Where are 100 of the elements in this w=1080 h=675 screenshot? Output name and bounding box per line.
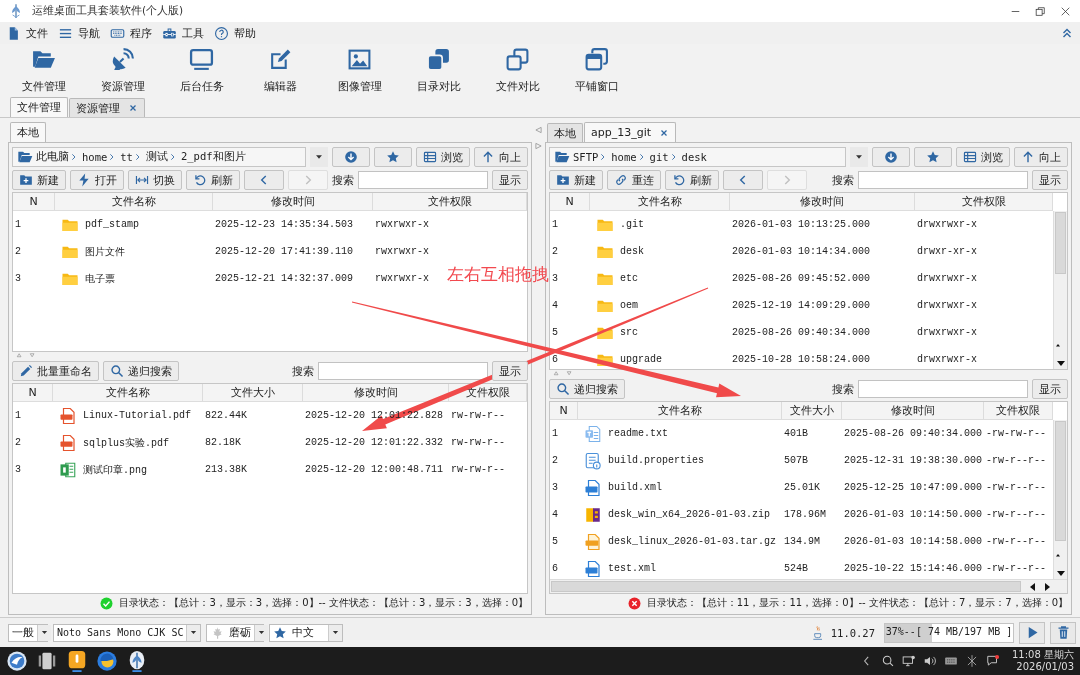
browse-button[interactable]: 浏览 — [416, 147, 470, 167]
table-cell-text: upgrade — [619, 354, 663, 365]
column-header[interactable]: N — [550, 402, 578, 419]
column-header[interactable]: 修改时间 — [213, 193, 373, 210]
dropdown[interactable]: 一般 — [8, 623, 48, 642]
column-header[interactable]: 修改时间 — [730, 193, 915, 210]
toolbar-button[interactable]: 文件对比 — [478, 47, 557, 94]
dropdown-value: Noto Sans Mono CJK SC — [57, 627, 184, 638]
show-button[interactable]: 显示 — [1032, 379, 1068, 399]
browse-button[interactable]: 浏览 — [956, 147, 1010, 167]
toolbar-button[interactable]: 切换 — [128, 170, 182, 190]
dropdown[interactable]: 中文 — [269, 623, 344, 642]
column-header[interactable]: 文件名称 — [590, 193, 730, 210]
table-cell-text: 2025-12-21 14:32:37.009 — [214, 273, 355, 284]
up-button[interactable]: 向上 — [1014, 147, 1068, 167]
toolbar-button[interactable]: 图像管理 — [320, 47, 399, 94]
toolbar-button[interactable]: 批量重命名 — [12, 361, 99, 381]
column-header[interactable]: N — [13, 193, 55, 210]
path-segment[interactable]: tt — [120, 151, 133, 163]
path-segment[interactable]: home — [611, 151, 637, 163]
toolbar-button[interactable]: 递归搜索 — [103, 361, 179, 381]
tab[interactable]: 本地 — [547, 123, 583, 142]
table-cell-text: drwxr-xr-x — [916, 246, 978, 257]
toolbar-button[interactable]: 打开 — [70, 170, 124, 190]
table-cell-text: desk_win_x64_2026-01-03.zip — [607, 509, 772, 520]
table-cell-text: build.properties — [607, 455, 705, 466]
search-label: 搜索 — [832, 381, 854, 397]
up-button[interactable]: 向上 — [474, 147, 528, 167]
toolbar-button[interactable]: 资源管理 — [83, 47, 162, 94]
table-cell-text: 1 — [14, 410, 22, 421]
column-header[interactable]: 文件名称 — [578, 402, 782, 419]
tab[interactable]: 文件管理 — [10, 97, 68, 117]
toolbar-button[interactable]: 新建 — [549, 170, 603, 190]
toolbar-button[interactable]: 后台任务 — [162, 47, 241, 94]
table-cell-text: -rw-r--r-- — [985, 563, 1047, 574]
column-header[interactable]: N — [13, 384, 53, 401]
table-cell-text: drwxrwxr-x — [916, 354, 978, 365]
menu-item[interactable]: 程序 — [110, 25, 152, 41]
table-cell-text: drwxrwxr-x — [916, 219, 978, 230]
column-header[interactable]: 文件权限 — [984, 402, 1053, 419]
table-cell-text: desk_linux_2026-01-03.tar.gz — [607, 536, 778, 547]
column-header[interactable]: 文件权限 — [915, 193, 1053, 210]
menu-item[interactable]: 文件 — [6, 25, 48, 41]
toolbar-button[interactable]: 平铺窗口 — [557, 47, 636, 94]
menu-item[interactable]: 帮助 — [214, 25, 256, 41]
toolbar-button[interactable]: 刷新 — [186, 170, 240, 190]
toolbar-button[interactable]: 递归搜索 — [549, 379, 625, 399]
toolbar-button[interactable]: 文件管理 — [4, 47, 83, 94]
table-cell-text: 822.44K — [204, 410, 248, 421]
column-header[interactable]: 文件大小 — [203, 384, 303, 401]
table-cell-text: pdf_stamp — [84, 219, 140, 230]
show-button[interactable]: 显示 — [492, 170, 528, 190]
tab[interactable]: 本地 — [10, 122, 46, 142]
table-cell-text: 2025-10-28 10:58:24.000 — [731, 354, 872, 365]
table-cell-text: 2026-01-03 10:14:58.000 — [843, 536, 984, 547]
path-segment[interactable]: home — [82, 151, 108, 163]
path-segment[interactable]: 2_pdf和图片 — [180, 150, 246, 164]
dropdown[interactable]: Noto Sans Mono CJK SC — [53, 623, 202, 642]
table-cell-text: 2 — [551, 455, 559, 466]
toolbar-button[interactable]: 目录对比 — [399, 47, 478, 94]
table-cell-text: 电子票 — [84, 272, 116, 286]
table-cell-text: oem — [619, 300, 639, 311]
tab[interactable]: 资源管理 — [69, 98, 145, 117]
path-field[interactable]: SFTP home git desk — [549, 147, 846, 167]
path-segment[interactable]: SFTP — [573, 151, 599, 163]
toolbar-button[interactable]: 重连 — [607, 170, 661, 190]
dropdown[interactable]: 磨砺 — [206, 623, 265, 642]
table-cell-text: 2025-12-19 14:09:29.000 — [731, 300, 872, 311]
table-cell-text: 3 — [551, 482, 559, 493]
table-cell-text: 82.18K — [204, 437, 242, 448]
path-segment[interactable]: desk — [681, 151, 707, 163]
table-cell-text: -rw-r--r-- — [985, 482, 1047, 493]
toolbar-button[interactable]: 刷新 — [665, 170, 719, 190]
dropdown-value: 中文 — [292, 625, 315, 640]
table-cell-text: rw-rw-r-- — [450, 464, 506, 475]
tab[interactable]: app_13_git — [584, 122, 677, 142]
column-header[interactable]: 修改时间 — [842, 402, 984, 419]
table-cell-text: 4 — [551, 300, 559, 311]
path-segment[interactable]: 测试 — [145, 150, 168, 164]
column-header[interactable]: 文件名称 — [55, 193, 213, 210]
menu-item[interactable]: 工具 — [162, 25, 204, 41]
column-header[interactable]: 文件大小 — [782, 402, 842, 419]
menu-item[interactable]: 导航 — [58, 25, 100, 41]
table-cell-text: Linux-Tutorial.pdf — [82, 410, 193, 421]
table-cell-text: 2026-01-03 10:14:50.000 — [843, 509, 984, 520]
show-button[interactable]: 显示 — [492, 361, 528, 381]
toolbar-button[interactable]: 编辑器 — [241, 47, 320, 94]
table-cell-text: readme.txt — [607, 428, 669, 439]
path-field[interactable]: 此电脑 home tt 测试 2_pdf和图片 — [12, 147, 306, 167]
show-button[interactable]: 显示 — [1032, 170, 1068, 190]
column-header[interactable]: N — [550, 193, 590, 210]
column-header[interactable]: 文件权限 — [373, 193, 527, 210]
table-cell-text: 6 — [551, 563, 559, 574]
table-cell-text: -rw-r--r-- — [985, 536, 1047, 547]
path-segment[interactable]: 此电脑 — [36, 150, 69, 164]
table-cell-text: 213.38K — [204, 464, 248, 475]
path-segment[interactable]: git — [649, 151, 669, 163]
toolbar-button[interactable]: 新建 — [12, 170, 66, 190]
column-header[interactable]: 文件名称 — [53, 384, 203, 401]
table-cell-text: rwxrwxr-x — [374, 219, 430, 230]
